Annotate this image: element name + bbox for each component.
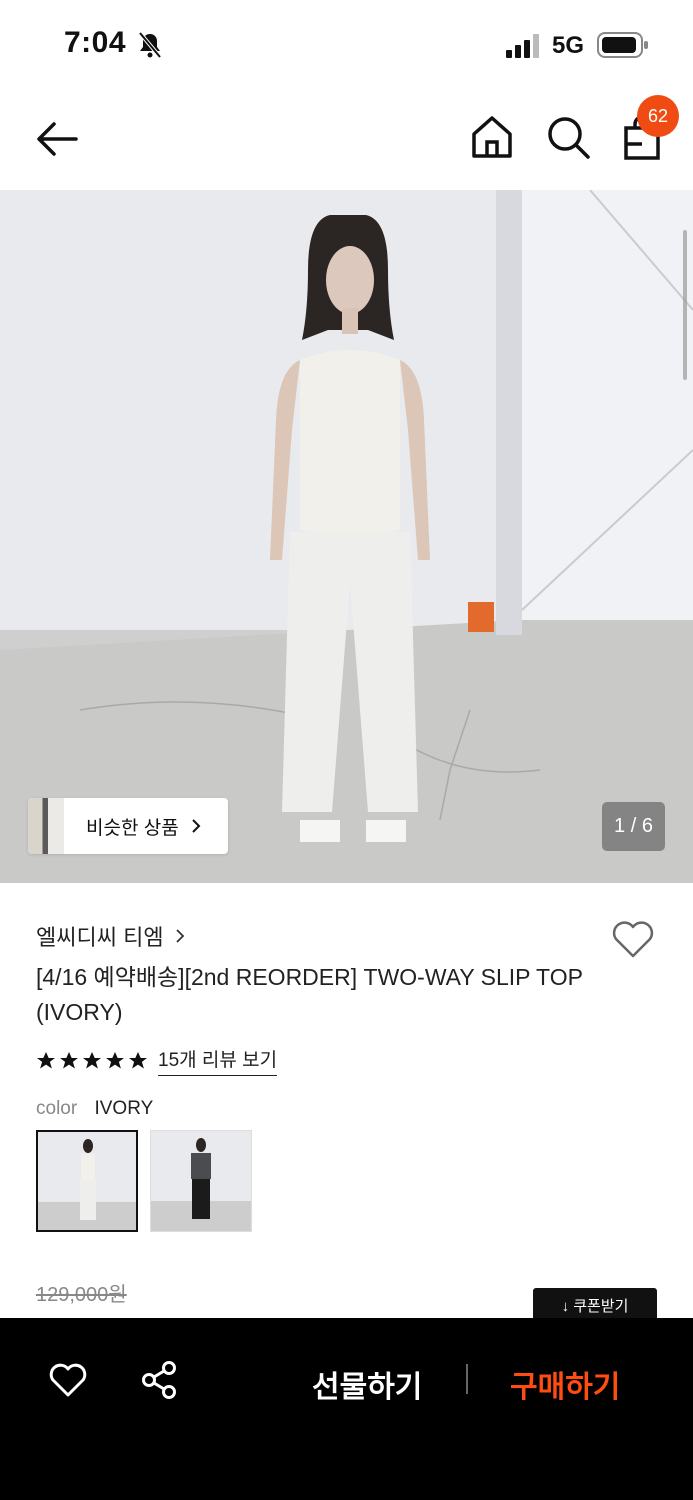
similar-thumbnail — [28, 798, 64, 854]
similar-products-button[interactable]: 비슷한 상품 — [28, 798, 228, 854]
coupon-button[interactable]: ↓ 쿠폰받기 — [533, 1288, 657, 1322]
color-key: color — [36, 1098, 78, 1119]
brand-name: 엘씨디씨 티엠 — [36, 925, 164, 950]
home-icon[interactable] — [470, 114, 514, 160]
star-icon — [60, 1051, 78, 1068]
product-photo — [0, 190, 693, 883]
status-bar: 7:04 5G — [0, 0, 693, 90]
wishlist-heart-icon[interactable] — [610, 918, 656, 960]
buy-button[interactable]: 구매하기 — [510, 1362, 620, 1406]
chevron-right-icon — [175, 929, 184, 943]
swatch-black-photo — [151, 1131, 251, 1231]
back-arrow-icon[interactable] — [32, 114, 82, 164]
cart-count-badge: 62 — [637, 95, 679, 137]
product-image-carousel[interactable]: 비슷한 상품 1 / 6 — [0, 190, 693, 883]
original-price: 129,000원 — [36, 1284, 127, 1306]
rating-row: 15개 리뷰 보기 — [36, 1045, 278, 1076]
top-nav: 62 — [0, 90, 693, 190]
brand-link[interactable]: 엘씨디씨 티엠 — [36, 920, 186, 952]
color-value: IVORY — [94, 1098, 154, 1119]
swatch-ivory[interactable] — [36, 1130, 138, 1232]
image-counter: 1 / 6 — [602, 802, 665, 851]
similar-label: 비슷한 상품 — [86, 817, 179, 839]
star-icon — [106, 1051, 124, 1068]
battery-icon — [597, 32, 648, 58]
chevron-right-icon — [191, 819, 201, 833]
product-title: [4/16 예약배송][2nd REORDER] TWO-WAY SLIP TO… — [36, 964, 583, 1025]
share-icon[interactable] — [140, 1360, 178, 1400]
star-icon — [37, 1051, 55, 1068]
like-heart-icon[interactable] — [48, 1362, 88, 1398]
status-time: 7:04 — [64, 26, 127, 59]
bottom-action-bar: 선물하기 구매하기 — [0, 1318, 693, 1500]
bell-muted-icon — [138, 31, 162, 59]
divider — [466, 1364, 468, 1394]
color-selector-label: color IVORY — [36, 1098, 153, 1120]
star-icon — [129, 1051, 147, 1068]
rating-stars — [36, 1051, 148, 1071]
review-link[interactable]: 15개 리뷰 보기 — [158, 1045, 278, 1076]
signal-icon — [506, 34, 539, 58]
color-swatches — [36, 1130, 252, 1232]
network-type: 5G — [552, 32, 585, 59]
swatch-ivory-photo — [38, 1132, 136, 1230]
search-icon[interactable] — [545, 114, 591, 160]
gift-button[interactable]: 선물하기 — [312, 1362, 422, 1406]
image-scrollbar — [683, 230, 687, 380]
swatch-black[interactable] — [150, 1130, 252, 1232]
star-icon — [83, 1051, 101, 1068]
